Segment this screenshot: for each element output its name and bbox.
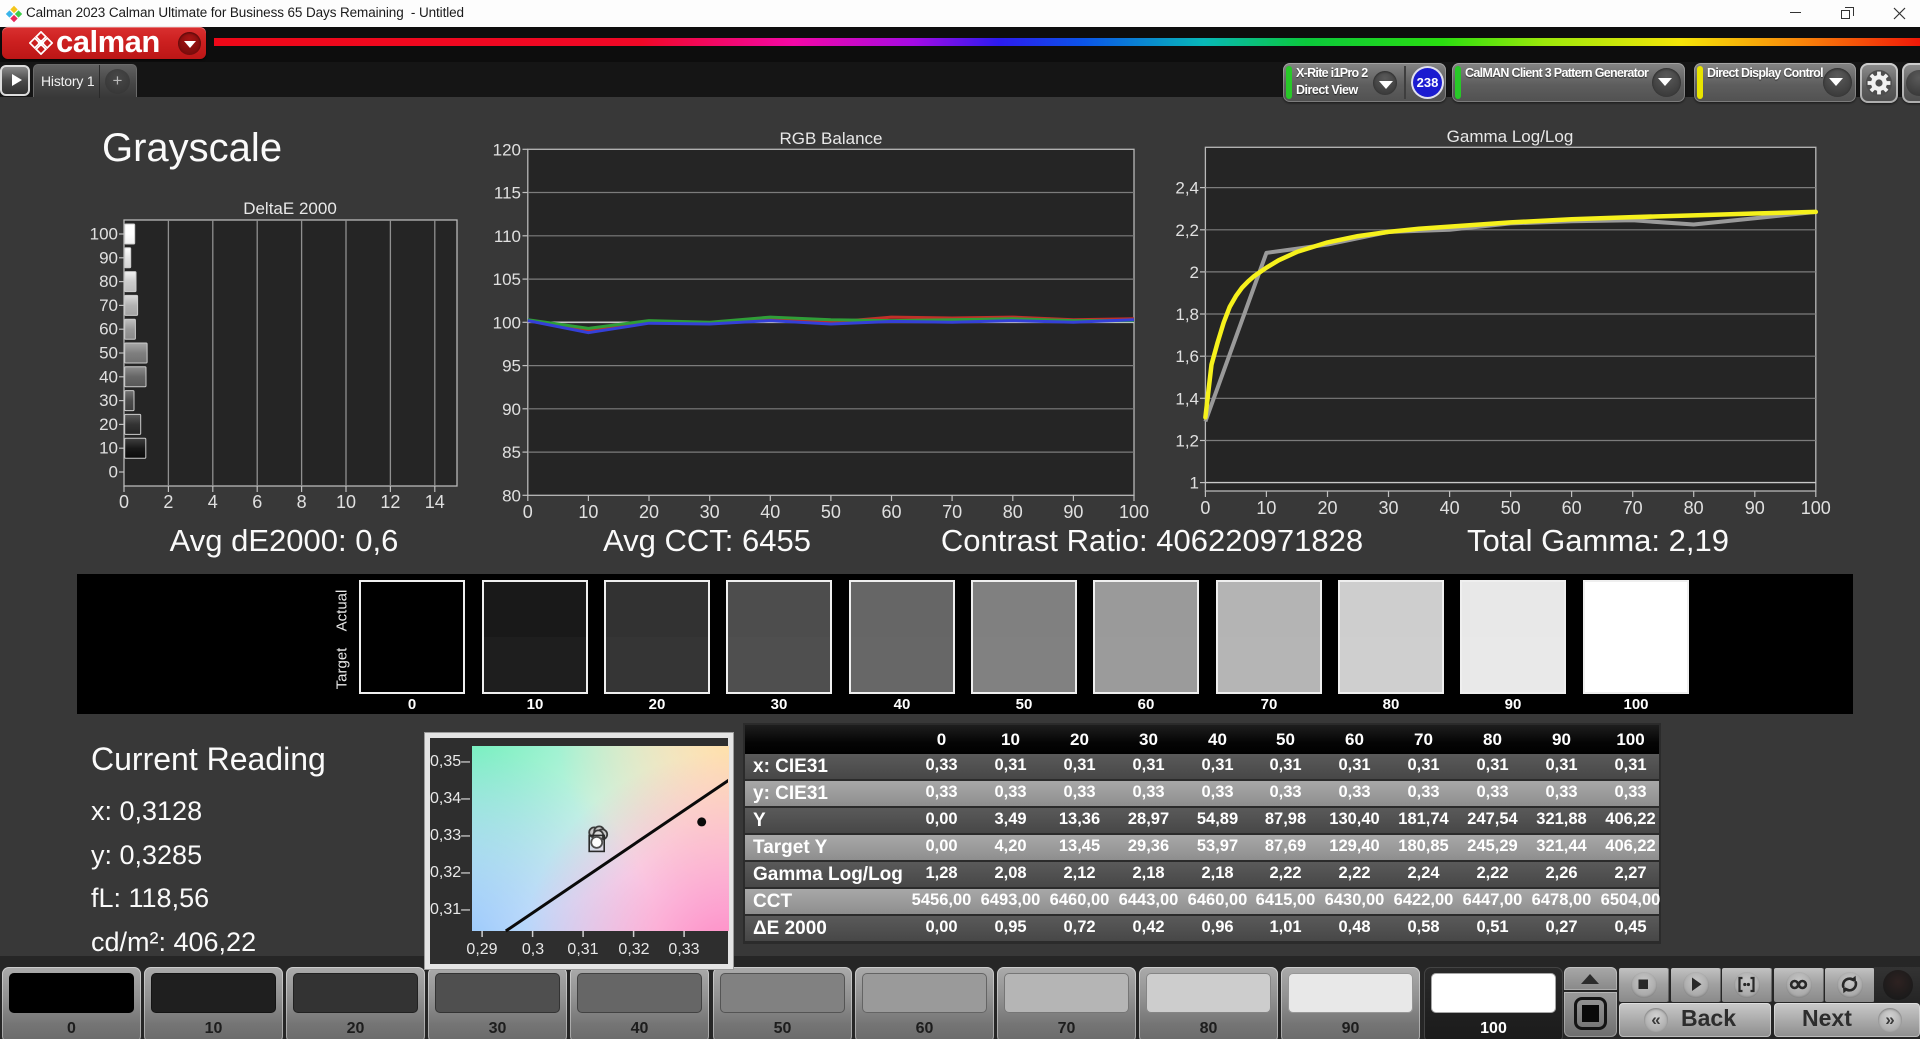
svg-text:90: 90 (99, 248, 118, 267)
svg-text:2,4: 2,4 (1175, 179, 1199, 198)
svg-text:100: 100 (1801, 498, 1831, 518)
svg-text:1,6: 1,6 (1175, 347, 1199, 366)
svg-text:10: 10 (1256, 498, 1276, 518)
svg-text:12: 12 (380, 492, 400, 512)
svg-text:10: 10 (578, 502, 598, 522)
svg-text:90: 90 (1745, 498, 1765, 518)
svg-text:110: 110 (494, 227, 521, 246)
svg-text:20: 20 (1317, 498, 1337, 518)
svg-text:105: 105 (493, 270, 521, 289)
svg-text:50: 50 (1501, 498, 1521, 518)
svg-text:100: 100 (1119, 502, 1149, 522)
svg-text:1,8: 1,8 (1175, 305, 1199, 324)
svg-text:100: 100 (493, 313, 521, 332)
svg-text:14: 14 (425, 492, 445, 512)
svg-text:0: 0 (109, 463, 118, 482)
svg-text:0: 0 (119, 492, 129, 512)
svg-text:80: 80 (502, 486, 521, 505)
svg-text:1,2: 1,2 (1175, 432, 1199, 451)
svg-text:50: 50 (99, 344, 118, 363)
svg-text:90: 90 (1063, 502, 1083, 522)
svg-text:1: 1 (1190, 474, 1199, 493)
svg-text:10: 10 (99, 439, 118, 458)
svg-text:50: 50 (821, 502, 841, 522)
svg-text:80: 80 (1003, 502, 1023, 522)
svg-text:70: 70 (99, 296, 118, 315)
svg-text:60: 60 (1562, 498, 1582, 518)
svg-text:90: 90 (502, 400, 521, 419)
svg-text:120: 120 (493, 140, 521, 159)
svg-text:2: 2 (163, 492, 173, 512)
svg-text:4: 4 (208, 492, 218, 512)
svg-text:0: 0 (523, 502, 533, 522)
svg-text:60: 60 (99, 320, 118, 339)
svg-text:8: 8 (297, 492, 307, 512)
svg-text:80: 80 (1684, 498, 1704, 518)
svg-text:60: 60 (881, 502, 901, 522)
svg-text:2: 2 (1190, 263, 1199, 282)
svg-text:70: 70 (942, 502, 962, 522)
svg-text:85: 85 (502, 443, 521, 462)
svg-text:RGB Balance: RGB Balance (780, 130, 883, 148)
svg-text:70: 70 (1623, 498, 1643, 518)
svg-text:Gamma Log/Log: Gamma Log/Log (1447, 130, 1574, 146)
svg-text:1,4: 1,4 (1175, 389, 1199, 408)
svg-text:40: 40 (760, 502, 780, 522)
svg-text:20: 20 (639, 502, 659, 522)
svg-text:80: 80 (99, 272, 118, 291)
svg-text:95: 95 (502, 357, 521, 376)
svg-text:115: 115 (494, 184, 521, 203)
svg-text:DeltaE 2000: DeltaE 2000 (243, 199, 337, 218)
svg-text:100: 100 (90, 225, 118, 244)
svg-text:30: 30 (1378, 498, 1398, 518)
svg-text:2,2: 2,2 (1175, 221, 1199, 240)
svg-text:0: 0 (1200, 498, 1210, 518)
svg-text:40: 40 (99, 367, 118, 386)
svg-text:30: 30 (700, 502, 720, 522)
svg-text:40: 40 (1440, 498, 1460, 518)
svg-text:30: 30 (99, 391, 118, 410)
svg-text:6: 6 (252, 492, 262, 512)
svg-text:20: 20 (99, 415, 118, 434)
svg-text:10: 10 (336, 492, 356, 512)
